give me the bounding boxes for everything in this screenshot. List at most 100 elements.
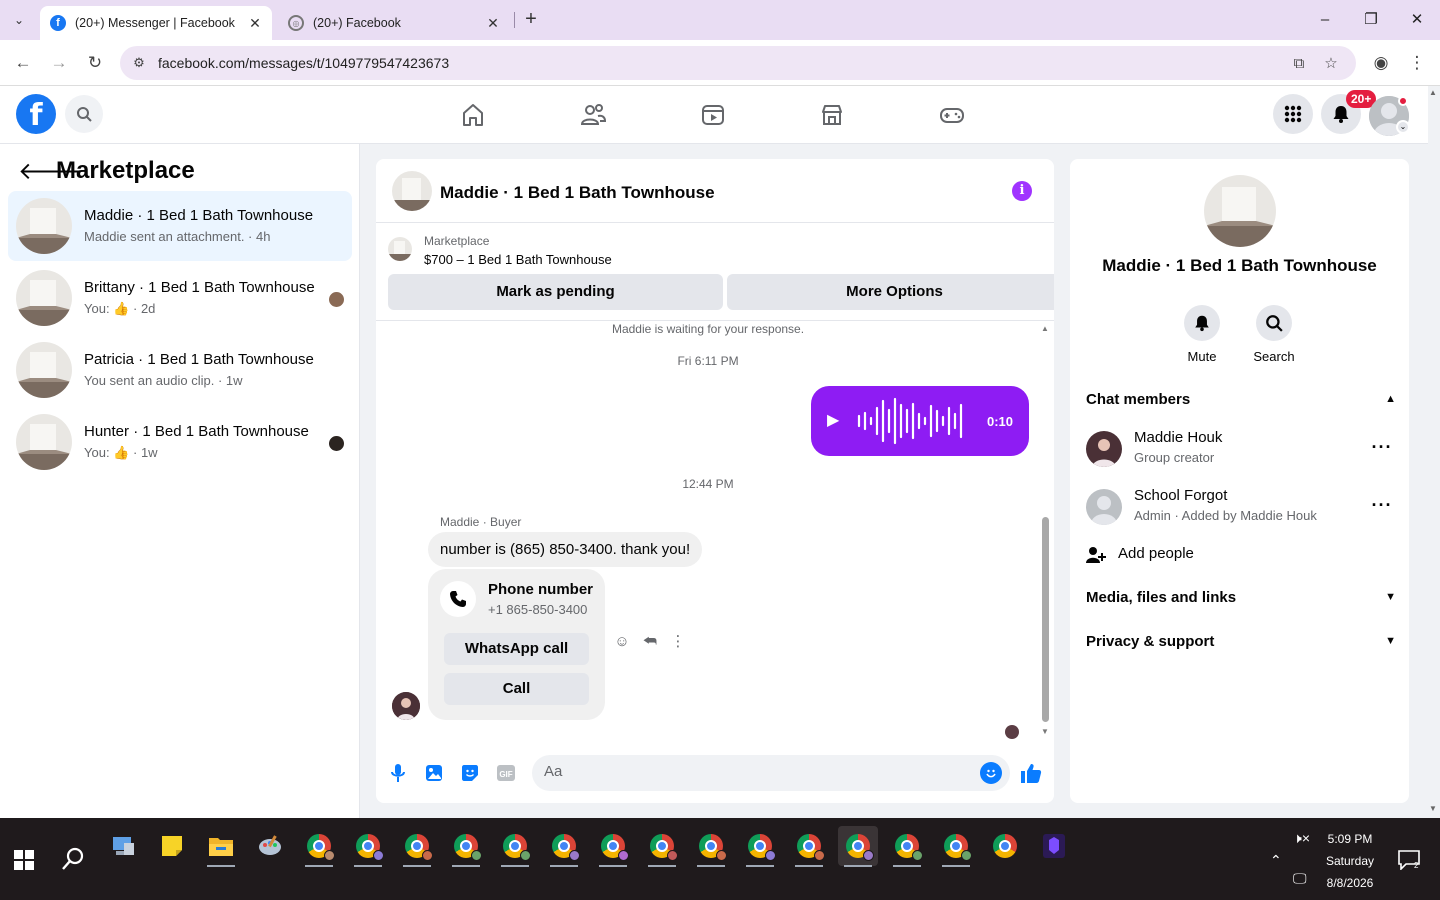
- file-explorer-icon[interactable]: [201, 826, 241, 867]
- bookmark-star-icon[interactable]: ☆: [1320, 53, 1342, 75]
- reload-icon[interactable]: ↻: [83, 51, 107, 75]
- chat-members-section[interactable]: Chat members ▲: [1086, 391, 1396, 413]
- back-icon[interactable]: ←: [11, 51, 35, 75]
- chrome-window-icon[interactable]: [446, 826, 486, 867]
- more-horizontal-icon[interactable]: ···: [1370, 495, 1394, 516]
- chrome-window-icon[interactable]: [544, 826, 584, 867]
- attach-photo-button[interactable]: [423, 762, 445, 784]
- listing-title[interactable]: $700 – 1 Bed 1 Bath Townhouse: [424, 252, 612, 267]
- new-tab-button[interactable]: +: [520, 8, 542, 32]
- profile-icon[interactable]: ◉: [1369, 51, 1393, 75]
- browser-menu-icon[interactable]: ⋮: [1405, 51, 1429, 75]
- url-text[interactable]: facebook.com/messages/t/1049779547423673: [158, 55, 449, 71]
- scroll-up-icon[interactable]: ▲: [1429, 88, 1437, 97]
- notification-center-icon[interactable]: 2: [1398, 850, 1420, 871]
- more-options-button[interactable]: More Options: [727, 274, 1054, 310]
- mute-button[interactable]: Mute: [1172, 305, 1232, 364]
- privacy-support-section[interactable]: Privacy & support ▼: [1086, 633, 1396, 655]
- whatsapp-call-button[interactable]: WhatsApp call: [444, 633, 589, 665]
- sender-avatar[interactable]: [392, 692, 420, 720]
- chrome-window-icon[interactable]: [740, 826, 780, 867]
- facebook-logo[interactable]: f: [16, 94, 56, 134]
- chrome-window-icon[interactable]: [495, 826, 535, 867]
- sticker-button[interactable]: [459, 762, 481, 784]
- back-arrow-icon[interactable]: 🡐: [18, 158, 82, 186]
- site-info-icon[interactable]: ⚙: [130, 54, 148, 72]
- like-button[interactable]: [1020, 762, 1042, 784]
- react-icon[interactable]: ☺: [614, 634, 630, 650]
- volume-muted-icon[interactable]: 🕨×: [1293, 830, 1310, 847]
- chrome-window-icon[interactable]: [789, 826, 829, 867]
- add-people-button[interactable]: Add people: [1086, 544, 1286, 566]
- chrome-window-icon[interactable]: [887, 826, 927, 867]
- close-window-button[interactable]: ✕: [1402, 8, 1432, 32]
- chat-avatar[interactable]: [392, 171, 432, 211]
- minimize-button[interactable]: –: [1310, 8, 1340, 32]
- install-app-icon[interactable]: ⧉: [1288, 53, 1310, 75]
- more-horizontal-icon[interactable]: ···: [1370, 437, 1394, 458]
- message-bubble[interactable]: number is (865) 850-3400. thank you!: [428, 532, 703, 567]
- scroll-thumb[interactable]: [1042, 517, 1049, 722]
- emoji-icon[interactable]: [980, 762, 1002, 784]
- close-tab-icon[interactable]: ✕: [484, 15, 502, 32]
- windows-start-icon[interactable]: [14, 850, 34, 870]
- chat-scrollbar[interactable]: ▲ ▼: [1040, 322, 1050, 737]
- conversation-item[interactable]: Brittany · 1 Bed 1 Bath Townhouse You: 👍…: [8, 263, 352, 333]
- gif-button[interactable]: GIF: [495, 762, 517, 784]
- page-scrollbar[interactable]: ▲ ▼: [1428, 86, 1440, 818]
- friends-nav-button[interactable]: [576, 98, 610, 132]
- facebook-search-button[interactable]: [65, 95, 103, 133]
- marketplace-nav-button[interactable]: [815, 98, 849, 132]
- more-vertical-icon[interactable]: ⋮: [670, 634, 686, 650]
- message-input[interactable]: [544, 763, 964, 780]
- this-pc-icon[interactable]: [103, 826, 143, 866]
- tab-search-button[interactable]: ⌄: [6, 8, 32, 32]
- chrome-window-icon[interactable]: [642, 826, 682, 867]
- call-button[interactable]: Call: [444, 673, 589, 705]
- purple-app-icon[interactable]: [1034, 826, 1074, 866]
- info-icon[interactable]: i: [1012, 181, 1032, 201]
- chat-title[interactable]: Maddie · 1 Bed 1 Bath Townhouse: [440, 183, 715, 203]
- chrome-icon[interactable]: [985, 826, 1025, 866]
- tab-messenger[interactable]: f (20+) Messenger | Facebook ✕: [40, 6, 272, 40]
- reply-icon[interactable]: ⮪: [642, 634, 658, 650]
- chevron-down-icon[interactable]: ⌄: [1396, 120, 1410, 134]
- conversation-item[interactable]: Patricia · 1 Bed 1 Bath Townhouse You se…: [8, 335, 352, 405]
- chrome-window-icon[interactable]: [691, 826, 731, 867]
- video-nav-button[interactable]: [696, 98, 730, 132]
- member-row[interactable]: Maddie Houk Group creator ···: [1086, 427, 1396, 471]
- conversation-item[interactable]: Hunter · 1 Bed 1 Bath Townhouse You: 👍 ·…: [8, 407, 352, 477]
- play-icon[interactable]: ▶: [827, 410, 839, 430]
- chrome-window-icon[interactable]: [348, 826, 388, 867]
- message-thread[interactable]: Maddie is waiting for your response. Fri…: [376, 322, 1054, 742]
- home-nav-button[interactable]: [456, 98, 490, 132]
- taskbar-clock[interactable]: 5:09 PM Saturday 8/8/2026: [1318, 828, 1382, 894]
- chrome-window-icon[interactable]: [838, 826, 878, 867]
- chrome-window-icon[interactable]: [936, 826, 976, 867]
- tab-facebook[interactable]: ◎ (20+) Facebook ✕: [278, 6, 510, 40]
- network-icon[interactable]: 🖵: [1293, 870, 1307, 887]
- scroll-down-icon[interactable]: ▼: [1429, 804, 1437, 813]
- menu-grid-button[interactable]: [1273, 94, 1313, 134]
- microphone-button[interactable]: [387, 762, 409, 784]
- maximize-button[interactable]: ❐: [1356, 8, 1386, 32]
- sticky-notes-icon[interactable]: [152, 826, 192, 866]
- member-row[interactable]: School Forgot Admin · Added by Maddie Ho…: [1086, 485, 1396, 529]
- gaming-nav-button[interactable]: [935, 98, 969, 132]
- audio-message[interactable]: ▶ 0:10: [811, 386, 1029, 456]
- chrome-window-icon[interactable]: [593, 826, 633, 867]
- close-tab-icon[interactable]: ✕: [246, 15, 264, 32]
- chrome-window-icon[interactable]: [397, 826, 437, 867]
- conversation-item[interactable]: Maddie · 1 Bed 1 Bath Townhouse Maddie s…: [8, 191, 352, 261]
- scroll-down-icon[interactable]: ▼: [1040, 727, 1050, 736]
- paint-app-icon[interactable]: [250, 826, 290, 866]
- mark-as-pending-button[interactable]: Mark as pending: [388, 274, 723, 310]
- address-bar[interactable]: ⚙ facebook.com/messages/t/10497795474236…: [120, 46, 1356, 80]
- search-conversation-button[interactable]: Search: [1244, 305, 1304, 364]
- media-files-links-section[interactable]: Media, files and links ▼: [1086, 589, 1396, 611]
- scroll-up-icon[interactable]: ▲: [1040, 324, 1050, 333]
- forward-icon[interactable]: →: [47, 51, 71, 75]
- taskbar-search-icon[interactable]: [60, 846, 86, 872]
- chrome-window-icon[interactable]: [299, 826, 339, 867]
- chevron-up-icon[interactable]: ⌃: [1270, 852, 1282, 869]
